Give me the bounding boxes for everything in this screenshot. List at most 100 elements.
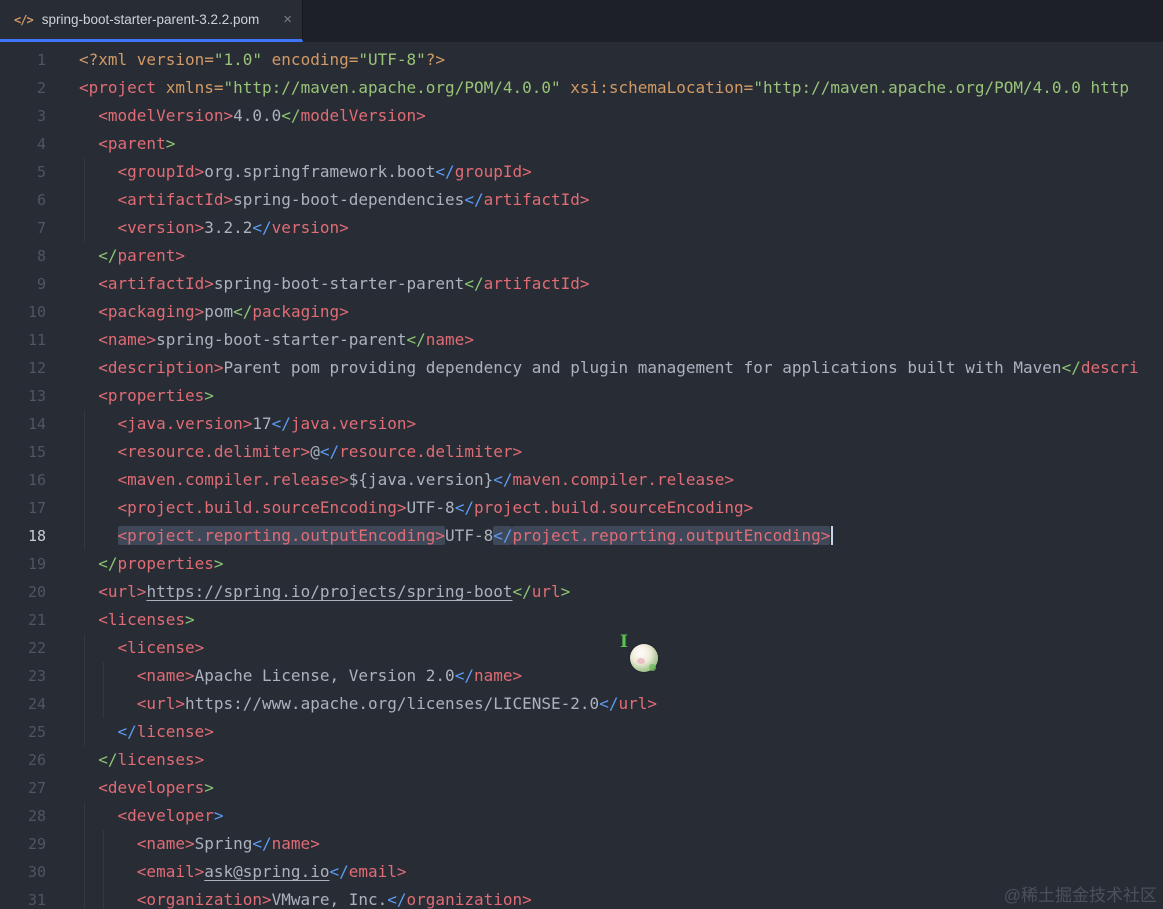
code-line[interactable]: 25 </license> xyxy=(0,718,1163,746)
code-token: ?> xyxy=(425,50,446,69)
indent-guide xyxy=(84,718,85,746)
line-number: 6 xyxy=(36,191,46,209)
code-token: </ xyxy=(493,470,513,489)
indent-guide xyxy=(84,858,85,886)
code-token: url xyxy=(531,582,561,601)
line-number: 12 xyxy=(27,359,46,377)
code-token: maven.compiler.release> xyxy=(512,470,735,489)
code-line[interactable]: 20 <url>https://spring.io/projects/sprin… xyxy=(0,578,1163,606)
indent-guide xyxy=(84,494,85,522)
indent-guide xyxy=(84,522,85,550)
code-line[interactable]: 30 <email>ask@spring.io</email> xyxy=(0,858,1163,886)
code-line[interactable]: 16 <maven.compiler.release>${java.versio… xyxy=(0,466,1163,494)
code-line[interactable]: 5 <groupId>org.springframework.boot</gro… xyxy=(0,158,1163,186)
code-line[interactable]: 9 <artifactId>spring-boot-starter-parent… xyxy=(0,270,1163,298)
ibeam-cursor-icon: I xyxy=(620,632,628,652)
code-token: <properties xyxy=(98,386,205,405)
code-token: > xyxy=(184,610,195,629)
line-number: 24 xyxy=(27,695,46,713)
code-token: 4.0.0 xyxy=(233,106,282,125)
code-line[interactable]: 13 <properties> xyxy=(0,382,1163,410)
indent-guide xyxy=(103,662,105,690)
code-token: @ xyxy=(310,442,320,461)
code-token[interactable]: ask@spring.io xyxy=(204,862,329,881)
line-number: 30 xyxy=(27,863,46,881)
code-line[interactable]: 26 </licenses> xyxy=(0,746,1163,774)
code-editor[interactable]: 1 <?xml version="1.0" encoding="UTF-8"?> 2… xyxy=(0,42,1163,909)
code-token: Parent pom providing dependency and plug… xyxy=(223,358,1062,377)
code-line[interactable]: 19 </properties> xyxy=(0,550,1163,578)
code-token: <artifactId> xyxy=(98,274,214,293)
code-token: java.version> xyxy=(290,414,417,433)
line-number: 1 xyxy=(36,51,46,69)
tab-close-icon[interactable]: × xyxy=(283,12,292,27)
code-token: </ xyxy=(98,246,118,265)
code-line[interactable]: 22 <license> xyxy=(0,634,1163,662)
code-line[interactable]: 17 <project.build.sourceEncoding>UTF-8</… xyxy=(0,494,1163,522)
code-line[interactable]: 24 <url>https://www.apache.org/licenses/… xyxy=(0,690,1163,718)
code-token: </ xyxy=(464,190,484,209)
code-token: </ xyxy=(387,890,407,909)
line-number: 13 xyxy=(27,387,46,405)
code-token: project.reporting.outputEncoding> xyxy=(512,526,831,545)
code-line[interactable]: 29 <name>Spring</name> xyxy=(0,830,1163,858)
line-number: 9 xyxy=(36,275,46,293)
code-token: <licenses xyxy=(98,610,185,629)
code-token: licenses> xyxy=(117,750,205,769)
code-token: email> xyxy=(348,862,407,881)
code-token: <?xml version= xyxy=(79,50,214,69)
code-token[interactable]: https://spring.io/projects/spring-boot xyxy=(146,582,512,601)
code-file-icon: </> xyxy=(14,12,34,27)
code-line[interactable]: 12 <description>Parent pom providing dep… xyxy=(0,354,1163,382)
code-line[interactable]: 2 <project xmlns="http://maven.apache.org… xyxy=(0,74,1163,102)
line-number: 4 xyxy=(36,135,46,153)
code-line[interactable]: 18 <project.reporting.outputEncoding>UTF… xyxy=(0,522,1163,550)
code-line[interactable]: 14 <java.version>17</java.version> xyxy=(0,410,1163,438)
code-token: https://www.apache.org/licenses/LICENSE-… xyxy=(184,694,600,713)
line-number: 27 xyxy=(27,779,46,797)
indent-guide xyxy=(84,802,85,830)
code-line[interactable]: 28 <developer> xyxy=(0,802,1163,830)
code-line[interactable]: 21 <licenses> xyxy=(0,606,1163,634)
line-number: 20 xyxy=(27,583,46,601)
code-lines: 1 <?xml version="1.0" encoding="UTF-8"?> 2… xyxy=(0,46,1163,909)
line-number: 18 xyxy=(27,527,46,545)
code-token: descri xyxy=(1080,358,1139,377)
code-token: <developer xyxy=(117,806,214,825)
code-line[interactable]: 4 <parent> xyxy=(0,130,1163,158)
code-line[interactable]: 27 <developers> xyxy=(0,774,1163,802)
code-line[interactable]: 1 <?xml version="1.0" encoding="UTF-8"?> xyxy=(0,46,1163,74)
tab-pom-file[interactable]: </> spring-boot-starter-parent-3.2.2.pom… xyxy=(0,0,303,42)
code-line[interactable]: 11 <name>spring-boot-starter-parent</nam… xyxy=(0,326,1163,354)
code-token: name> xyxy=(425,330,474,349)
code-token: </ xyxy=(98,750,118,769)
code-token: </ xyxy=(233,302,253,321)
code-line[interactable]: 7 <version>3.2.2</version> xyxy=(0,214,1163,242)
code-token: "http://maven.apache.org/POM/4.0.0 http xyxy=(753,78,1129,97)
code-token: xmlns= xyxy=(156,78,224,97)
code-token: Spring xyxy=(194,834,253,853)
line-number: 19 xyxy=(27,555,46,573)
code-token: </ xyxy=(319,442,340,461)
code-token: UTF-8 xyxy=(445,526,494,545)
code-token: packaging> xyxy=(252,302,349,321)
text-caret xyxy=(831,526,834,545)
code-line[interactable]: 31 <organization>VMware, Inc.</organizat… xyxy=(0,886,1163,909)
code-line[interactable]: 6 <artifactId>spring-boot-dependencies</… xyxy=(0,186,1163,214)
code-line[interactable]: 10 <packaging>pom</packaging> xyxy=(0,298,1163,326)
code-token: encoding= xyxy=(262,50,359,69)
code-token: <developers xyxy=(98,778,205,797)
code-line[interactable]: 15 <resource.delimiter>@</resource.delim… xyxy=(0,438,1163,466)
indent-guide xyxy=(84,690,85,718)
code-token: </ xyxy=(464,274,484,293)
code-token: > xyxy=(213,806,224,825)
code-line[interactable]: 3 <modelVersion>4.0.0</modelVersion> xyxy=(0,102,1163,130)
code-token: groupId> xyxy=(454,162,532,181)
code-token: <organization> xyxy=(136,890,272,909)
code-token: <groupId> xyxy=(117,162,205,181)
code-line[interactable]: 23 <name>Apache License, Version 2.0</na… xyxy=(0,662,1163,690)
code-token: properties xyxy=(117,554,214,573)
code-token: <project.build.sourceEncoding> xyxy=(117,498,407,517)
code-line[interactable]: 8 </parent> xyxy=(0,242,1163,270)
code-token: name> xyxy=(271,834,320,853)
